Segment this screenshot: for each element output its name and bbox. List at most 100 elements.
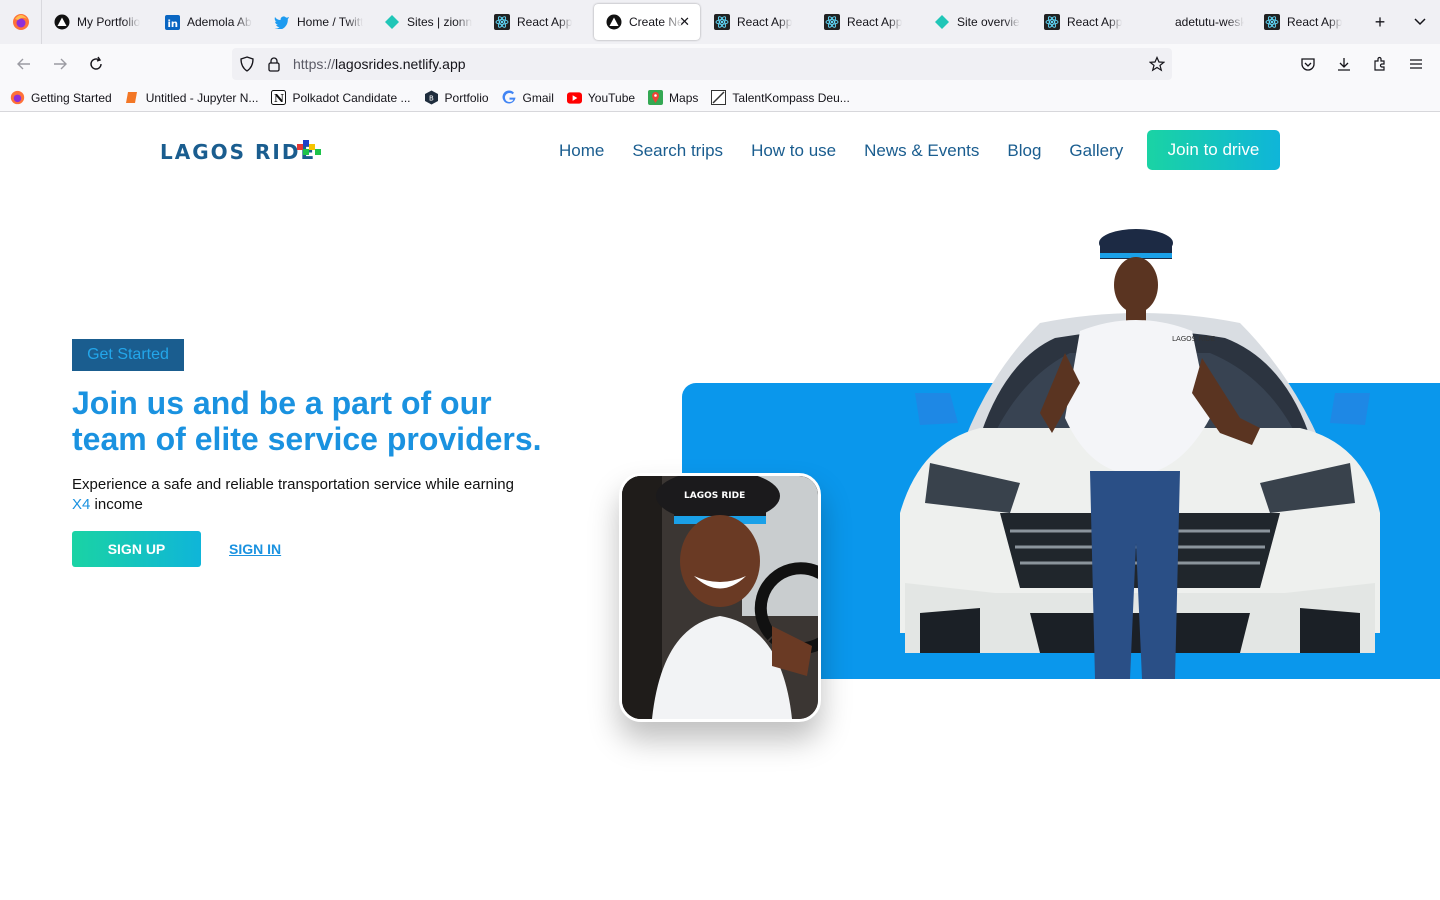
driver-photo-card: LAGOS RIDE bbox=[619, 473, 821, 722]
triangle-circle-icon bbox=[606, 14, 622, 30]
browser-tab[interactable]: My Portfolio bbox=[42, 4, 152, 40]
tab-label: React App bbox=[1287, 15, 1343, 29]
tab-label: React App bbox=[517, 15, 573, 29]
web-page: LAGOS RIDE Home Search trips How to use New… bbox=[0, 113, 1440, 900]
bookmark-item[interactable]: Gmail bbox=[502, 90, 554, 105]
browser-tab[interactable]: Home / Twitt bbox=[262, 4, 372, 40]
tab-label: Home / Twitt bbox=[297, 15, 364, 29]
reload-icon[interactable] bbox=[78, 48, 114, 80]
browser-tab[interactable]: adetutu-weskilly bbox=[1142, 4, 1252, 40]
list-tabs-icon[interactable] bbox=[1400, 0, 1440, 44]
react-icon bbox=[1264, 14, 1280, 30]
tab-label: Sites | zionn bbox=[407, 15, 473, 29]
bookmark-label: TalentKompass Deu... bbox=[732, 90, 850, 105]
url-bar[interactable]: https://lagosrides.netlify.app bbox=[232, 48, 1172, 80]
site-logo[interactable]: LAGOS RIDE bbox=[160, 127, 322, 164]
bookmark-item[interactable]: B Portfolio bbox=[424, 90, 489, 105]
bookmark-item[interactable]: TalentKompass Deu... bbox=[711, 90, 850, 105]
tab-label: React App bbox=[737, 15, 793, 29]
male-driver-image: LAGOS RIDE bbox=[622, 476, 818, 719]
hexagon-icon: B bbox=[424, 90, 439, 105]
talent-icon bbox=[711, 90, 727, 105]
nav-link-gallery[interactable]: Gallery bbox=[1069, 141, 1123, 161]
hero-subtext: Experience a safe and reliable transport… bbox=[72, 475, 542, 515]
tab-icon bbox=[1154, 14, 1168, 30]
tab-label: React App bbox=[847, 15, 903, 29]
firefox-menu-icon[interactable] bbox=[0, 0, 42, 44]
svg-text:in: in bbox=[167, 19, 178, 30]
browser-tab[interactable]: React App bbox=[1032, 4, 1142, 40]
nav-link-home[interactable]: Home bbox=[559, 141, 604, 161]
nav-link-how-to-use[interactable]: How to use bbox=[751, 141, 836, 161]
nav-link-blog[interactable]: Blog bbox=[1007, 141, 1041, 161]
nav-link-search-trips[interactable]: Search trips bbox=[632, 141, 723, 161]
maps-icon bbox=[648, 90, 664, 105]
youtube-icon bbox=[566, 90, 582, 105]
back-icon[interactable] bbox=[6, 48, 42, 80]
nav-link-news-events[interactable]: News & Events bbox=[864, 141, 979, 161]
bookmark-item[interactable]: YouTube bbox=[566, 90, 636, 105]
react-icon bbox=[714, 14, 730, 30]
notion-icon: N bbox=[271, 90, 287, 105]
google-icon bbox=[502, 90, 517, 105]
close-tab-icon[interactable]: ✕ bbox=[679, 14, 690, 30]
triangle-circle-icon bbox=[54, 14, 70, 30]
pocket-icon[interactable] bbox=[1290, 48, 1326, 80]
browser-tab[interactable]: React App bbox=[1252, 4, 1362, 40]
hero-headline: Join us and be a part of our team of eli… bbox=[72, 385, 542, 457]
bookmark-label: Portfolio bbox=[444, 90, 489, 105]
linkedin-icon: in bbox=[164, 14, 180, 30]
bookmark-label: Gmail bbox=[522, 90, 554, 105]
bookmark-item[interactable]: Getting Started bbox=[10, 90, 112, 105]
lock-icon[interactable] bbox=[265, 55, 283, 73]
browser-tab[interactable]: in Ademola Ab bbox=[152, 4, 262, 40]
browser-tab[interactable]: Site overvie bbox=[922, 4, 1032, 40]
bookmark-label: Untitled - Jupyter N... bbox=[145, 90, 259, 105]
logo-text: LAGOS RIDE bbox=[160, 140, 317, 164]
subtext-main: Experience a safe and reliable transport… bbox=[72, 476, 514, 493]
browser-tab[interactable]: React App bbox=[702, 4, 812, 40]
shirt-logo-text: LAGOS RIDE bbox=[1172, 335, 1215, 343]
jupyter-icon bbox=[125, 90, 140, 105]
react-icon bbox=[824, 14, 840, 30]
netlify-icon bbox=[934, 14, 950, 30]
tab-label: Ademola Ab bbox=[187, 15, 252, 29]
forward-icon[interactable] bbox=[42, 48, 78, 80]
netlify-icon bbox=[384, 14, 400, 30]
tab-bar: My Portfolio in Ademola Ab Home / Twitt Site… bbox=[0, 0, 1440, 44]
tab-active[interactable]: Create Ne ✕ bbox=[594, 4, 700, 40]
url-host: lagosrides.netlify.app bbox=[335, 56, 466, 72]
extensions-icon[interactable] bbox=[1362, 48, 1398, 80]
bookmark-label: Getting Started bbox=[31, 90, 112, 105]
get-started-badge: Get Started bbox=[72, 339, 184, 371]
browser-tab[interactable]: React App bbox=[812, 4, 922, 40]
url-text[interactable]: https://lagosrides.netlify.app bbox=[293, 56, 466, 72]
react-icon bbox=[1044, 14, 1060, 30]
navigation-toolbar: https://lagosrides.netlify.app bbox=[0, 44, 1440, 84]
twitter-icon bbox=[274, 14, 290, 30]
bookmark-item[interactable]: Maps bbox=[648, 90, 698, 105]
bookmark-star-icon[interactable] bbox=[1148, 55, 1166, 73]
tab-label: React App bbox=[1067, 15, 1123, 29]
browser-tab[interactable]: React App bbox=[482, 4, 592, 40]
bookmark-label: YouTube bbox=[587, 90, 636, 105]
join-to-drive-button[interactable]: Join to drive bbox=[1147, 130, 1280, 170]
bookmark-item[interactable]: Untitled - Jupyter N... bbox=[125, 90, 259, 105]
income-multiplier: X4 bbox=[72, 496, 91, 513]
bookmark-item[interactable]: N Polkadot Candidate ... bbox=[271, 90, 411, 105]
bookmarks-toolbar: Getting Started Untitled - Jupyter N... N P… bbox=[0, 84, 1440, 112]
sign-up-button[interactable]: SIGN UP bbox=[72, 531, 201, 567]
new-tab-icon[interactable]: + bbox=[1360, 0, 1400, 44]
url-protocol: https:// bbox=[293, 56, 336, 72]
menu-icon[interactable] bbox=[1398, 48, 1434, 80]
bookmark-label: Polkadot Candidate ... bbox=[292, 90, 411, 105]
shield-icon[interactable] bbox=[238, 55, 256, 73]
browser-tab[interactable]: Sites | zionn bbox=[372, 4, 482, 40]
svg-text:N: N bbox=[274, 92, 284, 105]
tab-label: Site overvie bbox=[957, 15, 1020, 29]
downloads-icon[interactable] bbox=[1326, 48, 1362, 80]
sign-in-link[interactable]: SIGN IN bbox=[229, 541, 281, 557]
tab-label: Create Ne bbox=[629, 15, 684, 29]
car-and-driver-image: LAGOS RIDE bbox=[900, 229, 1380, 679]
svg-text:B: B bbox=[429, 95, 434, 103]
